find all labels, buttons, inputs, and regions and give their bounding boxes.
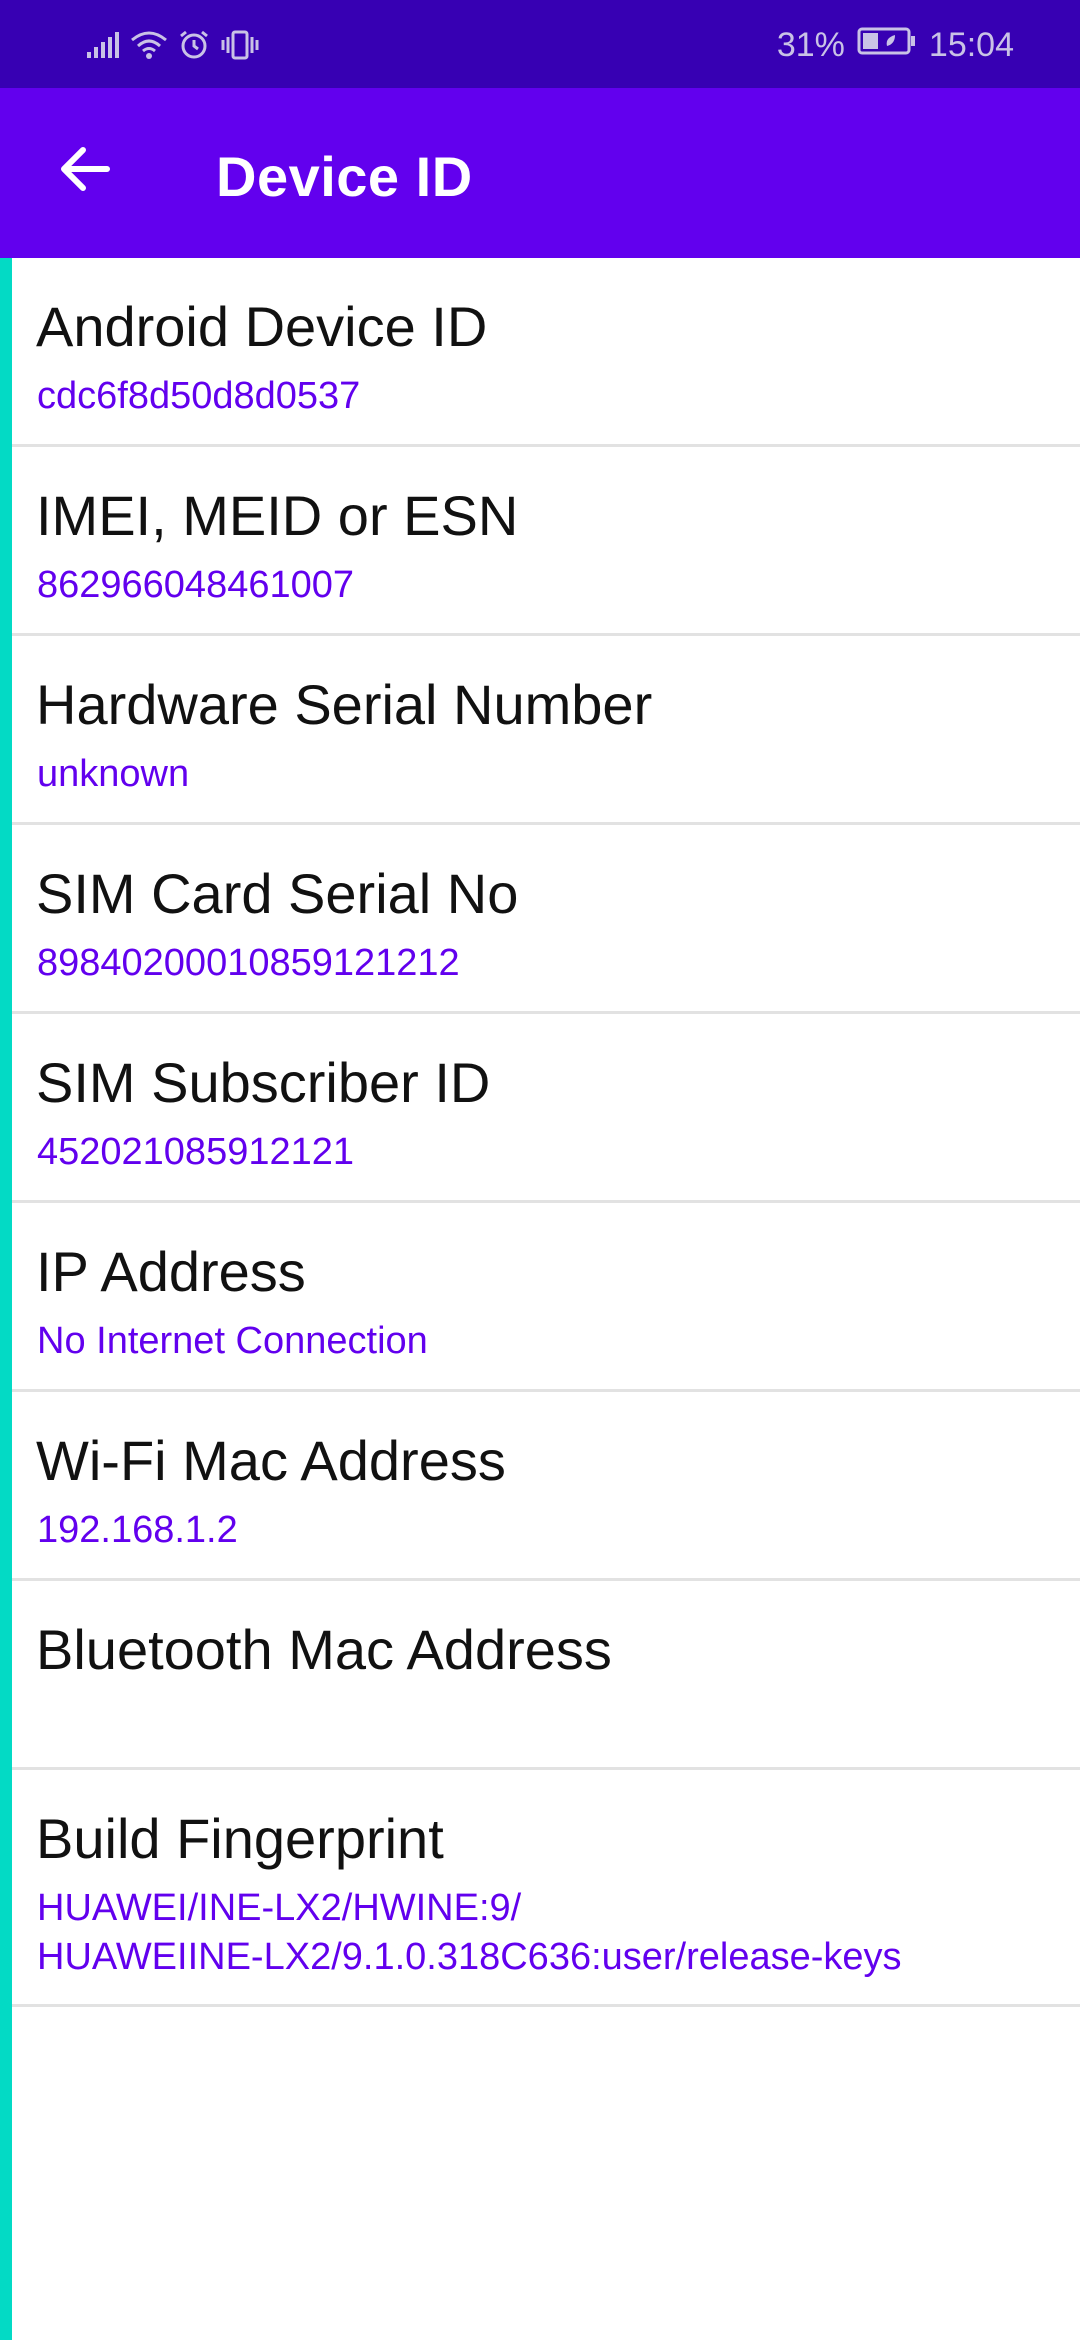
item-value: 192.168.1.2 [37, 1509, 238, 1551]
item-value-line: HUAWEI/INE-LX2/HWINE:9/ [37, 1887, 522, 1929]
item-value: 89840200010859121212 [37, 942, 460, 984]
list-item-ip-address[interactable]: IP Address No Internet Connection [12, 1203, 1080, 1392]
list-item-build-fingerprint[interactable]: Build Fingerprint HUAWEI/INE-LX2/HWINE:9… [12, 1770, 1080, 2007]
list-item-sim-subscriber-id[interactable]: SIM Subscriber ID 452021085912121 [12, 1014, 1080, 1203]
battery-percent: 31% [776, 25, 845, 64]
item-label: Build Fingerprint [36, 1807, 444, 1870]
list-item-bluetooth-mac[interactable]: Bluetooth Mac Address [12, 1581, 1080, 1770]
accent-strip [0, 258, 12, 2340]
item-label: IMEI, MEID or ESN [36, 484, 519, 547]
alarm-icon [178, 29, 210, 61]
list-item-hardware-serial[interactable]: Hardware Serial Number unknown [12, 636, 1080, 825]
item-label: Wi-Fi Mac Address [36, 1429, 506, 1492]
item-value: cdc6f8d50d8d0537 [37, 375, 361, 417]
list-item-imei[interactable]: IMEI, MEID or ESN 862966048461007 [12, 447, 1080, 636]
signal-icon [86, 30, 120, 60]
item-value: unknown [37, 753, 190, 795]
item-label: Bluetooth Mac Address [36, 1618, 612, 1681]
device-info-list: Android Device ID cdc6f8d50d8d0537 IMEI,… [12, 258, 1080, 2007]
item-value: No Internet Connection [37, 1320, 428, 1362]
status-bar: 31% 15:04 [0, 0, 1080, 88]
wifi-icon [130, 29, 168, 61]
status-icons-right: 31% 15:04 [777, 22, 1014, 68]
list-item-sim-serial[interactable]: SIM Card Serial No 89840200010859121212 [12, 825, 1080, 1014]
item-label: IP Address [36, 1240, 306, 1303]
list-item-android-device-id[interactable]: Android Device ID cdc6f8d50d8d0537 [12, 258, 1080, 447]
status-icons-left [86, 24, 260, 66]
item-label: SIM Subscriber ID [36, 1051, 491, 1114]
clock: 15:04 [928, 25, 1014, 64]
item-value: 452021085912121 [37, 1131, 355, 1173]
item-label: Android Device ID [36, 295, 488, 358]
list-item-wifi-mac[interactable]: Wi-Fi Mac Address 192.168.1.2 [12, 1392, 1080, 1581]
arrow-left-icon [57, 141, 113, 202]
item-value: 862966048461007 [37, 564, 355, 606]
back-button[interactable] [42, 128, 128, 214]
page-title: Device ID [216, 145, 473, 208]
item-value-line: HUAWEIINE-LX2/9.1.0.318C636:user/release… [37, 1936, 902, 1978]
item-label: SIM Card Serial No [36, 862, 519, 925]
app-bar: Device ID [0, 88, 1080, 258]
battery-icon [857, 26, 917, 65]
item-label: Hardware Serial Number [36, 673, 653, 736]
item-value: HUAWEI/INE-LX2/HWINE:9/ HUAWEIINE-LX2/9.… [37, 1884, 902, 1982]
vibrate-icon [220, 29, 260, 61]
